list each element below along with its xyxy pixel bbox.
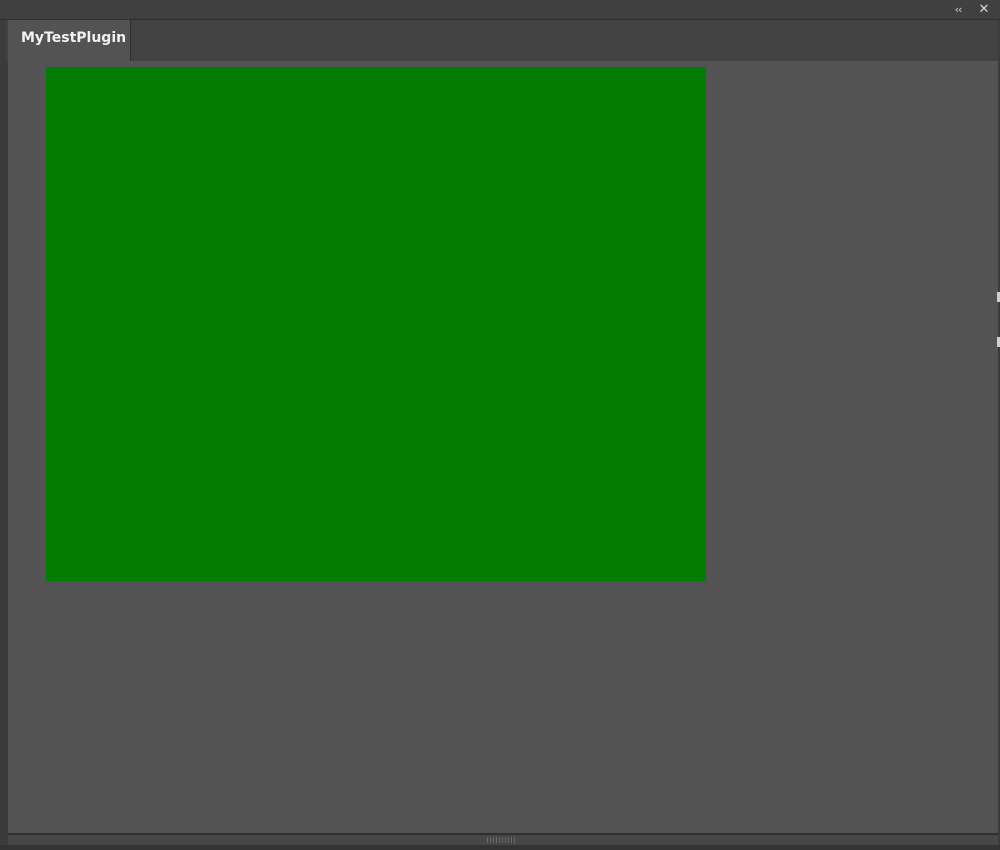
panel-left-edge	[0, 61, 8, 850]
tab-bar: MyTestPlugin	[6, 20, 998, 61]
panel-bottom-edge	[0, 845, 1000, 850]
plugin-canvas[interactable]	[46, 67, 706, 581]
resize-grip-icon[interactable]	[487, 837, 517, 843]
panel-title-strip: ‹‹ ✕	[0, 0, 1000, 20]
tab-mytestplugin[interactable]: MyTestPlugin	[8, 20, 131, 61]
plugin-content-area	[8, 61, 998, 833]
collapse-panel-icon[interactable]: ‹‹	[950, 2, 966, 18]
panel-bottom-bar	[8, 833, 998, 845]
close-icon[interactable]: ✕	[976, 2, 992, 18]
plugin-panel: ‹‹ ✕ MyTestPlugin	[0, 0, 1000, 850]
